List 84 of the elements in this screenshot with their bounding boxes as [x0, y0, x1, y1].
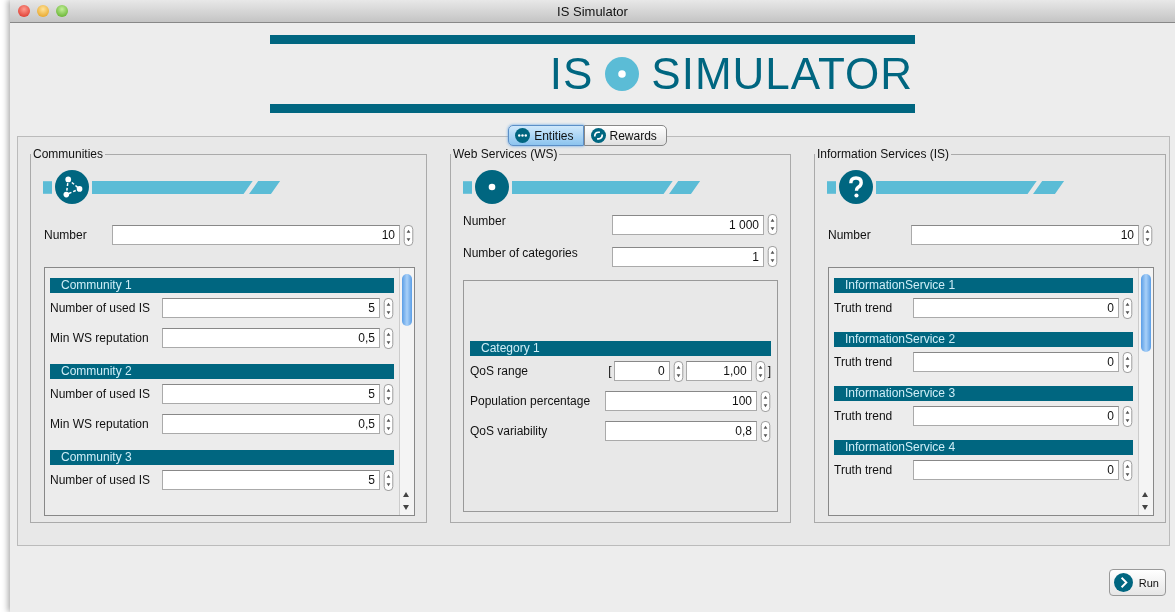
number-field[interactable]: 1 000: [612, 214, 764, 235]
number-field[interactable]: 0: [913, 406, 1119, 426]
section-header: Community 3: [50, 450, 394, 465]
refresh-icon: [590, 128, 606, 143]
chevron-icon: [1113, 573, 1133, 592]
number-field[interactable]: 100: [605, 391, 757, 411]
tab[interactable]: Entities: [508, 125, 584, 146]
section-header: Community 2: [50, 364, 394, 379]
stepper-arrows[interactable]: [1142, 224, 1153, 246]
field-label: QoS range: [470, 364, 529, 378]
stepper-arrows[interactable]: [760, 390, 771, 412]
disc-icon: [605, 57, 640, 91]
field-label: Truth trend: [834, 301, 893, 315]
window-title: IS Simulator: [557, 3, 628, 19]
field-label: QoS variability: [470, 424, 548, 438]
tab[interactable]: Rewards: [583, 125, 667, 146]
field-label: Number of used IS: [50, 387, 151, 401]
number-field[interactable]: 5: [162, 384, 380, 404]
stepper-arrows[interactable]: [383, 469, 394, 491]
field-label: Number of categories: [463, 246, 578, 260]
field-label: Number of used IS: [50, 473, 151, 487]
scroll-thumb[interactable]: [402, 274, 412, 326]
group-title: Communities: [32, 147, 105, 161]
number-field[interactable]: 0: [913, 352, 1119, 372]
scroll-thumb[interactable]: [1141, 274, 1151, 352]
number-field[interactable]: 10: [911, 225, 1139, 245]
stepper-arrows[interactable]: [672, 360, 684, 382]
stepper-arrows[interactable]: [760, 420, 771, 442]
section-header: InformationService 2: [834, 332, 1133, 347]
logo-text: SIMULATOR: [651, 52, 913, 96]
stepper-arrows[interactable]: [1122, 351, 1133, 373]
scrollbar[interactable]: [399, 268, 414, 515]
number-field[interactable]: 5: [162, 298, 380, 318]
number-field[interactable]: 1: [612, 246, 764, 267]
number-field[interactable]: 0,5: [162, 414, 380, 434]
close-button[interactable]: [18, 5, 30, 17]
field-label: Truth trend: [834, 355, 893, 369]
stepper-arrows[interactable]: [383, 297, 394, 319]
stripe-drawing: [827, 180, 836, 194]
dot-icon: [475, 170, 509, 204]
group-title: Web Services (WS): [452, 147, 559, 161]
section-header: InformationService 4: [834, 440, 1133, 455]
help-icon: [839, 170, 873, 204]
number-field[interactable]: 0: [913, 460, 1119, 480]
logo-text: IS: [549, 52, 594, 96]
stepper-arrows[interactable]: [767, 246, 778, 267]
section-header: Category 1: [470, 341, 771, 356]
field-label: Truth trend: [834, 409, 893, 423]
stepper-arrows[interactable]: [1122, 459, 1133, 481]
number-field[interactable]: 0,5: [162, 328, 380, 348]
stepper-arrows[interactable]: [767, 214, 778, 235]
stepper-arrows[interactable]: [383, 413, 394, 435]
bracket: ]: [767, 364, 771, 378]
field-label: Number: [463, 214, 506, 228]
field-label: Min WS reputation: [50, 331, 149, 345]
field-label: Population percentage: [470, 394, 591, 408]
stripe-drawing: [43, 180, 52, 194]
stripe-drawing: [463, 180, 472, 194]
stepper-arrows[interactable]: [1122, 297, 1133, 319]
run-button[interactable]: Run: [1108, 569, 1166, 596]
section-header: InformationService 1: [834, 278, 1133, 293]
section-header: Community 1: [50, 278, 394, 293]
number-field[interactable]: 5: [162, 470, 380, 490]
stepper-arrows[interactable]: [383, 383, 394, 405]
field-label: Min WS reputation: [50, 417, 149, 431]
field-label: Truth trend: [834, 463, 893, 477]
number-field[interactable]: 0: [613, 361, 670, 381]
number-field[interactable]: 10: [112, 225, 400, 245]
bracket: [: [608, 364, 612, 378]
stepper-arrows[interactable]: [383, 327, 394, 349]
group-title: Information Services (IS): [816, 147, 951, 161]
field-label: Number: [44, 228, 87, 242]
stepper-arrows[interactable]: [403, 224, 414, 246]
section-header: InformationService 3: [834, 386, 1133, 401]
stepper-arrows[interactable]: [1122, 405, 1133, 427]
number-field[interactable]: 0,8: [605, 421, 757, 441]
field-label: Number of used IS: [50, 301, 151, 315]
stepper-arrows[interactable]: [754, 360, 766, 382]
field-label: Number: [828, 228, 871, 242]
number-field[interactable]: 0: [913, 298, 1119, 318]
dots-icon: [515, 128, 531, 143]
number-field[interactable]: 1,00: [685, 361, 752, 381]
network-icon: [55, 170, 89, 204]
scrollbar[interactable]: [1138, 268, 1153, 515]
